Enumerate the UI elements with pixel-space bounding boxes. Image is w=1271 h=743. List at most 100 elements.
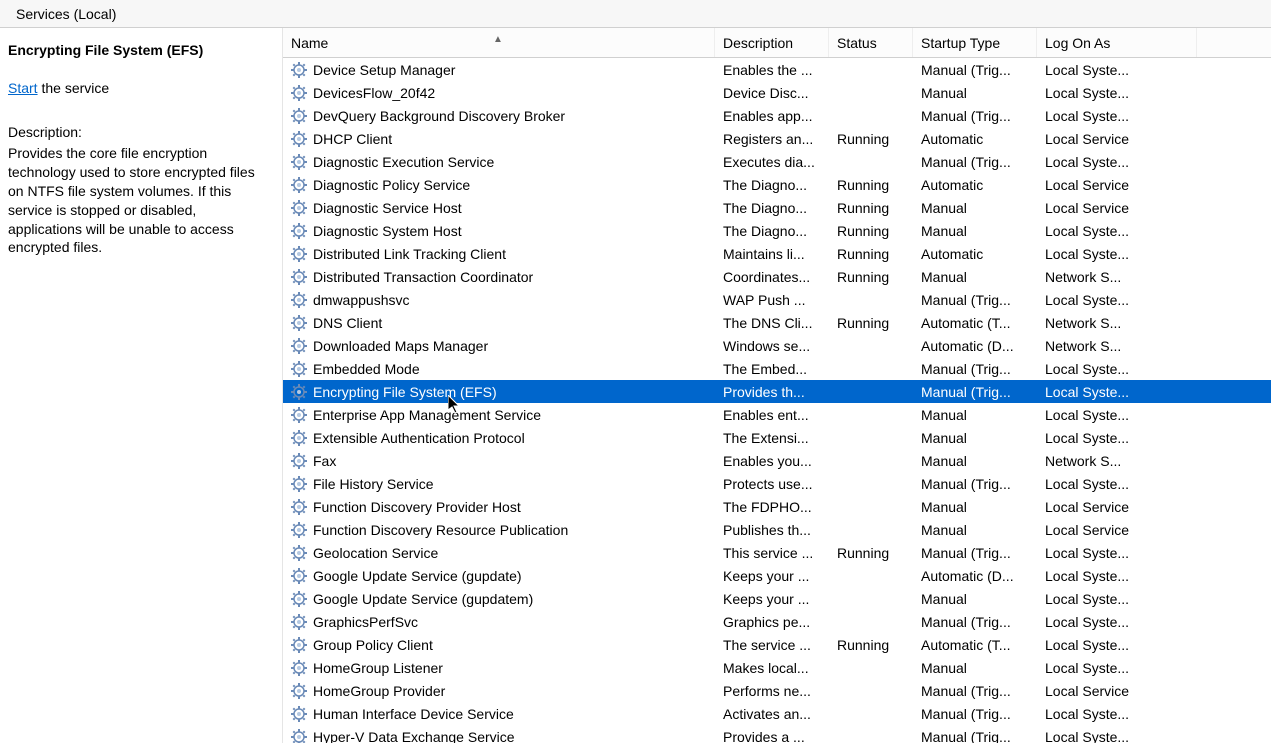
table-row[interactable]: Hyper-V Data Exchange ServiceProvides a …: [283, 725, 1271, 743]
cell-name: Diagnostic Service Host: [283, 200, 715, 216]
cell-desc: Provides a ...: [715, 729, 829, 743]
col-start-header[interactable]: Startup Type: [913, 28, 1037, 57]
table-row[interactable]: Device Setup ManagerEnables the ...Manua…: [283, 58, 1271, 81]
service-name-text: DevicesFlow_20f42: [313, 85, 435, 101]
table-row[interactable]: Encrypting File System (EFS)Provides th.…: [283, 380, 1271, 403]
cell-start: Automatic: [913, 131, 1037, 147]
cell-logon: Local Service: [1037, 131, 1197, 147]
cell-desc: Registers an...: [715, 131, 829, 147]
table-row[interactable]: Enterprise App Management Service Enables…: [283, 403, 1271, 426]
cell-logon: Local Syste...: [1037, 361, 1197, 377]
table-row[interactable]: Extensible Authentication ProtocolThe Ex…: [283, 426, 1271, 449]
service-gear-icon: [291, 85, 307, 101]
table-row[interactable]: Distributed Link Tracking ClientMaintain…: [283, 242, 1271, 265]
table-row[interactable]: Embedded ModeThe Embed...Manual (Trig...…: [283, 357, 1271, 380]
table-row[interactable]: Google Update Service (gupdatem)Keeps yo…: [283, 587, 1271, 610]
table-row[interactable]: HomeGroup ListenerMakes local...ManualLo…: [283, 656, 1271, 679]
cell-name: Diagnostic Execution Service: [283, 154, 715, 170]
cell-logon: Network S...: [1037, 338, 1197, 354]
table-row[interactable]: HomeGroup ProviderPerforms ne...Manual (…: [283, 679, 1271, 702]
cell-desc: Enables ent...: [715, 407, 829, 423]
cell-start: Manual: [913, 453, 1037, 469]
table-row[interactable]: Group Policy ClientThe service ...Runnin…: [283, 633, 1271, 656]
service-gear-icon: [291, 591, 307, 607]
table-row[interactable]: dmwappushsvcWAP Push ...Manual (Trig...L…: [283, 288, 1271, 311]
table-row[interactable]: DevQuery Background Discovery BrokerEnab…: [283, 104, 1271, 127]
table-row[interactable]: Downloaded Maps ManagerWindows se...Auto…: [283, 334, 1271, 357]
start-link[interactable]: Start: [8, 80, 38, 96]
cell-logon: Local Service: [1037, 177, 1197, 193]
selected-service-title: Encrypting File System (EFS): [8, 42, 272, 58]
cell-logon: Local Syste...: [1037, 108, 1197, 124]
cell-desc: WAP Push ...: [715, 292, 829, 308]
service-name-text: Extensible Authentication Protocol: [313, 430, 525, 446]
cell-logon: Local Syste...: [1037, 637, 1197, 653]
table-row[interactable]: DNS ClientThe DNS Cli...RunningAutomatic…: [283, 311, 1271, 334]
service-gear-icon: [291, 315, 307, 331]
table-row[interactable]: FaxEnables you...ManualNetwork S...: [283, 449, 1271, 472]
cell-status: Running: [829, 246, 913, 262]
service-name-text: Diagnostic Policy Service: [313, 177, 470, 193]
service-gear-icon: [291, 568, 307, 584]
service-name-text: dmwappushsvc: [313, 292, 410, 308]
start-rest: the service: [38, 80, 110, 96]
service-gear-icon: [291, 269, 307, 285]
service-name-text: Group Policy Client: [313, 637, 433, 653]
cell-name: HomeGroup Listener: [283, 660, 715, 676]
table-row[interactable]: Diagnostic Service HostThe Diagno...Runn…: [283, 196, 1271, 219]
service-gear-icon: [291, 614, 307, 630]
cell-desc: Enables app...: [715, 108, 829, 124]
rows-container[interactable]: Device Setup ManagerEnables the ...Manua…: [283, 58, 1271, 743]
table-row[interactable]: Diagnostic Execution ServiceExecutes dia…: [283, 150, 1271, 173]
service-name-text: HomeGroup Listener: [313, 660, 443, 676]
service-name-text: GraphicsPerfSvc: [313, 614, 418, 630]
col-status-header[interactable]: Status: [829, 28, 913, 57]
service-name-text: Diagnostic System Host: [313, 223, 462, 239]
cell-desc: Makes local...: [715, 660, 829, 676]
service-gear-icon: [291, 430, 307, 446]
table-row[interactable]: Human Interface Device ServiceActivates …: [283, 702, 1271, 725]
table-row[interactable]: Geolocation ServiceThis service ...Runni…: [283, 541, 1271, 564]
service-gear-icon: [291, 476, 307, 492]
table-row[interactable]: DHCP ClientRegisters an...RunningAutomat…: [283, 127, 1271, 150]
cell-desc: Device Disc...: [715, 85, 829, 101]
table-row[interactable]: Distributed Transaction CoordinatorCoord…: [283, 265, 1271, 288]
cell-desc: Publishes th...: [715, 522, 829, 538]
table-row[interactable]: GraphicsPerfSvcGraphics pe...Manual (Tri…: [283, 610, 1271, 633]
cell-name: File History Service: [283, 476, 715, 492]
cell-status: Running: [829, 131, 913, 147]
cell-name: Google Update Service (gupdatem): [283, 591, 715, 607]
cell-start: Automatic (D...: [913, 568, 1037, 584]
cell-name: DHCP Client: [283, 131, 715, 147]
service-gear-icon: [291, 246, 307, 262]
cell-start: Automatic (T...: [913, 315, 1037, 331]
col-desc-header[interactable]: Description: [715, 28, 829, 57]
service-gear-icon: [291, 200, 307, 216]
cell-desc: This service ...: [715, 545, 829, 561]
service-gear-icon: [291, 453, 307, 469]
cell-name: dmwappushsvc: [283, 292, 715, 308]
table-row[interactable]: Function Discovery Resource Publication P…: [283, 518, 1271, 541]
col-logon-header[interactable]: Log On As: [1037, 28, 1197, 57]
table-row[interactable]: Diagnostic Policy ServiceThe Diagno...Ru…: [283, 173, 1271, 196]
cell-start: Manual: [913, 522, 1037, 538]
cell-name: Function Discovery Provider Host: [283, 499, 715, 515]
table-row[interactable]: Function Discovery Provider HostThe FDPH…: [283, 495, 1271, 518]
cell-logon: Network S...: [1037, 269, 1197, 285]
table-row[interactable]: DevicesFlow_20f42Device Disc...ManualLoc…: [283, 81, 1271, 104]
cell-start: Manual: [913, 407, 1037, 423]
cell-desc: The Diagno...: [715, 223, 829, 239]
cell-logon: Local Syste...: [1037, 223, 1197, 239]
service-name-text: File History Service: [313, 476, 434, 492]
cell-logon: Network S...: [1037, 453, 1197, 469]
service-name-text: Diagnostic Service Host: [313, 200, 462, 216]
service-name-text: Enterprise App Management Service: [313, 407, 541, 423]
cell-logon: Local Syste...: [1037, 614, 1197, 630]
table-row[interactable]: Diagnostic System HostThe Diagno...Runni…: [283, 219, 1271, 242]
cell-start: Manual (Trig...: [913, 384, 1037, 400]
table-row[interactable]: Google Update Service (gupdate)Keeps you…: [283, 564, 1271, 587]
service-name-text: Function Discovery Resource Publication: [313, 522, 568, 538]
cell-logon: Local Syste...: [1037, 154, 1197, 170]
table-row[interactable]: File History ServiceProtects use...Manua…: [283, 472, 1271, 495]
cell-name: Encrypting File System (EFS): [283, 384, 715, 400]
